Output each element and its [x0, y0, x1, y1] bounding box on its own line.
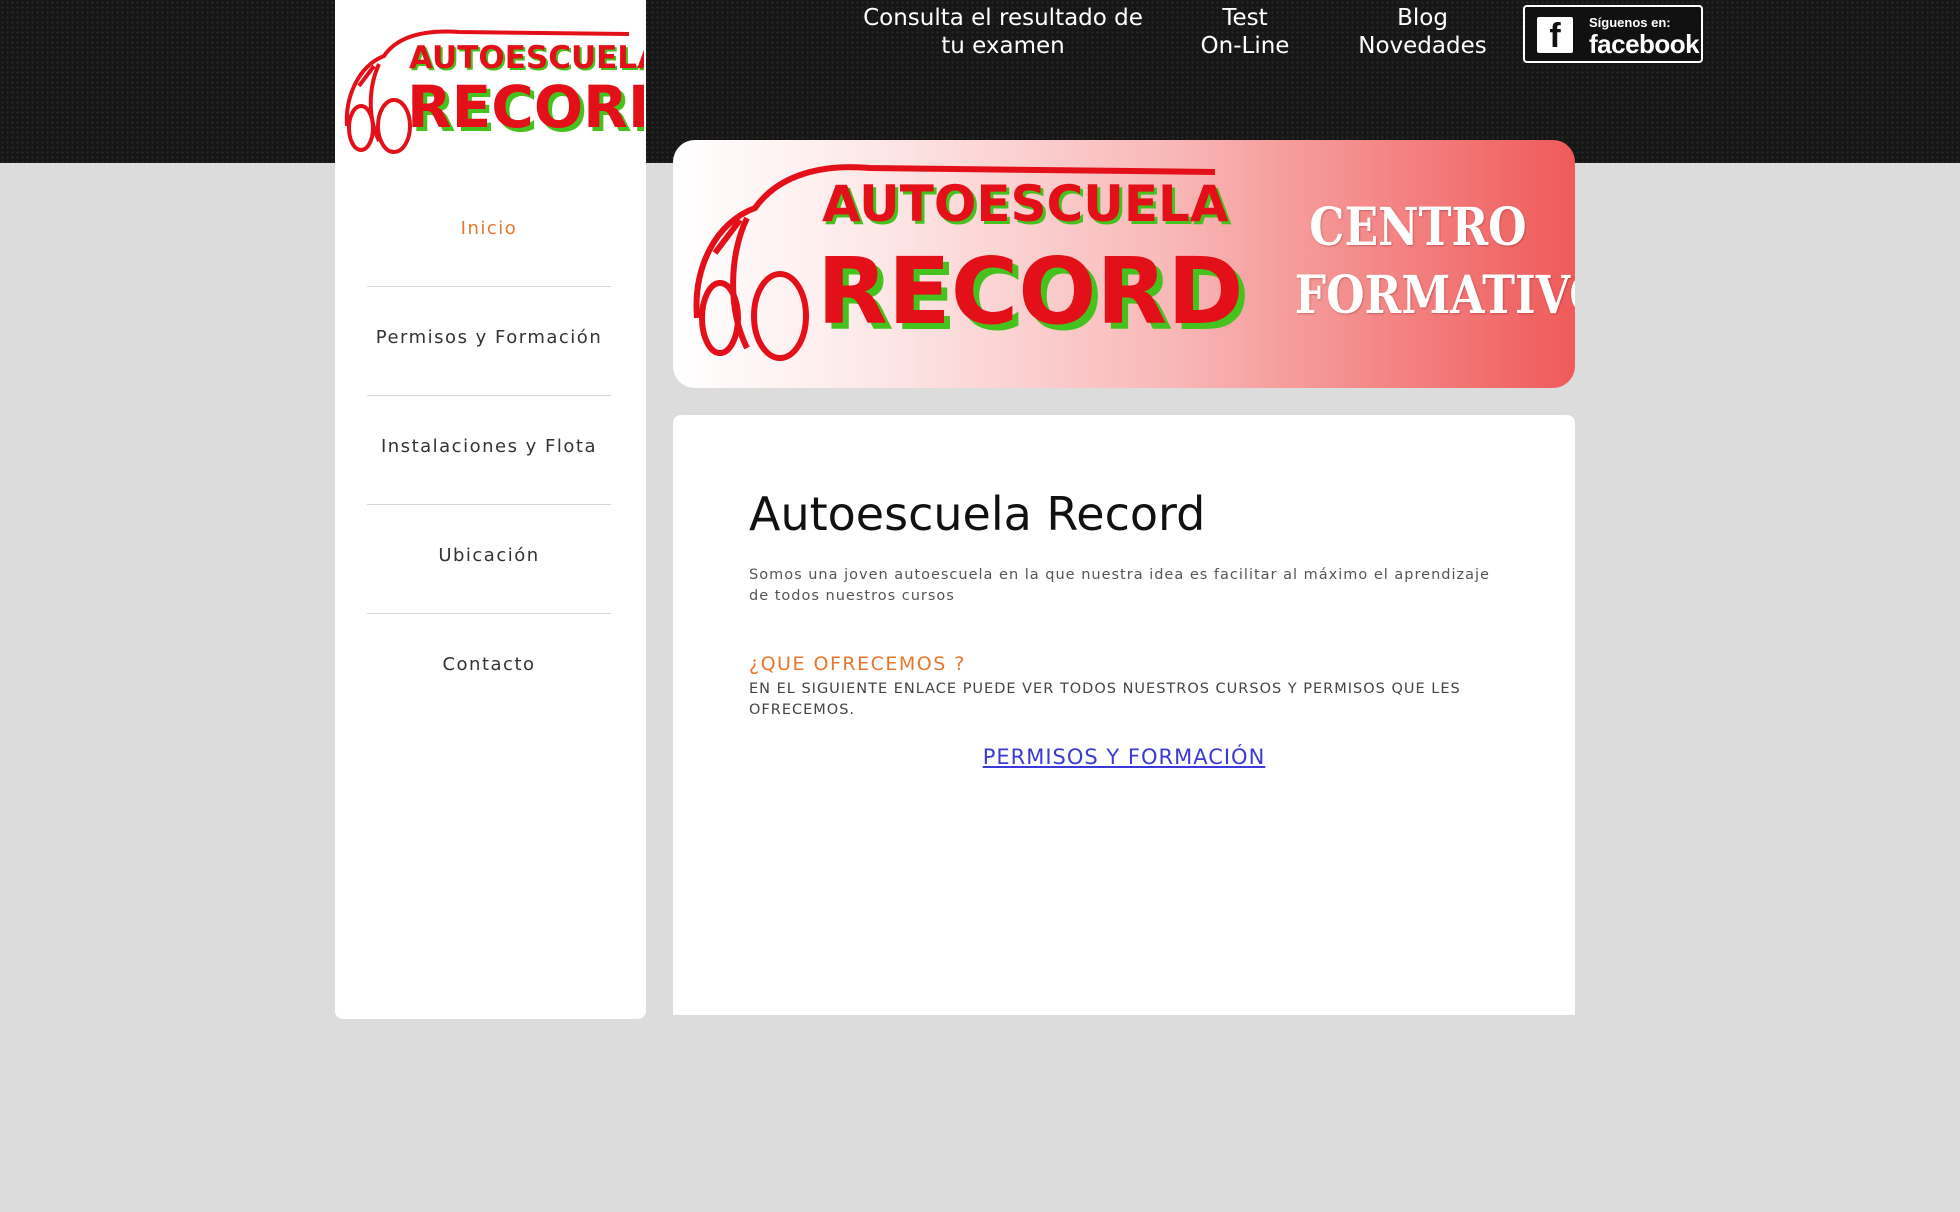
main-content: Autoescuela Record Somos una joven autoe… — [673, 415, 1575, 1015]
blog-link[interactable]: Blog Novedades — [1350, 4, 1495, 60]
facebook-wordmark: facebook — [1589, 29, 1700, 59]
sidebar-item-label: Inicio — [460, 218, 518, 239]
facebook-follow-button[interactable]: f Síguenos en: facebook — [1523, 5, 1703, 63]
facebook-icon: f — [1537, 17, 1573, 55]
sidebar-item-instalaciones[interactable]: Instalaciones y Flota — [367, 396, 611, 505]
sidebar-item-label: Contacto — [442, 654, 536, 675]
exam-result-link[interactable]: Consulta el resultado de tu examen — [858, 4, 1148, 60]
permisos-formacion-link[interactable]: PERMISOS Y FORMACIÓN — [673, 745, 1575, 769]
sidebar-item-label: Instalaciones y Flota — [380, 436, 598, 457]
hero-banner: AUTOESCUELA AUTOESCUELA RECORD RECORD CE… — [673, 140, 1575, 388]
page-title: Autoescuela Record — [749, 487, 1206, 541]
blog-line2: Novedades — [1358, 33, 1487, 59]
intro-text: Somos una joven autoescuela en la que nu… — [749, 567, 1490, 604]
banner-logo: AUTOESCUELA AUTOESCUELA RECORD RECORD — [693, 164, 1250, 361]
sidebar-item-label: Ubicación — [438, 545, 540, 566]
sidebar-item-inicio[interactable]: Inicio — [367, 178, 611, 287]
banner-logo-top-text: AUTOESCUELA — [822, 175, 1229, 233]
sidebar-item-ubicacion[interactable]: Ubicación — [367, 505, 611, 614]
offer-heading: ¿QUE OFRECEMOS ? — [749, 653, 966, 675]
logo-bottom-text: RECORD — [407, 73, 644, 141]
sidebar-menu: Inicio Permisos y Formación Instalacione… — [367, 178, 611, 722]
exam-result-line1: Consulta el resultado de — [863, 5, 1143, 31]
exam-result-line2: tu examen — [941, 33, 1065, 59]
test-line1: Test — [1222, 5, 1268, 31]
sidebar-item-label: Permisos y Formación — [375, 327, 603, 348]
banner-tagline: CENTRO FORMATIVO — [1294, 194, 1575, 330]
logo-top-text: AUTOESCUELA — [409, 40, 644, 76]
sidebar: AUTOESCUELA AUTOESCUELA RECORD RECORD In… — [335, 0, 646, 1019]
top-header-bar: Consulta el resultado de tu examen Test … — [0, 0, 1960, 163]
offer-text: EN EL SIGUIENTE ENLACE PUEDE VER TODOS N… — [749, 681, 1461, 718]
sidebar-item-contacto[interactable]: Contacto — [367, 614, 611, 722]
test-online-link[interactable]: Test On-Line — [1180, 4, 1310, 60]
test-line2: On-Line — [1200, 33, 1290, 59]
banner-logo-bottom-text: RECORD — [817, 238, 1244, 345]
banner-tagline-line1: CENTRO — [1309, 197, 1527, 258]
sidebar-item-permisos[interactable]: Permisos y Formación — [367, 287, 611, 396]
banner-tagline-line2: FORMATIVO — [1294, 265, 1575, 326]
site-logo[interactable]: AUTOESCUELA AUTOESCUELA RECORD RECORD — [339, 26, 644, 156]
facebook-follow-label: Síguenos en: — [1589, 15, 1671, 30]
blog-line1: Blog — [1397, 5, 1448, 31]
